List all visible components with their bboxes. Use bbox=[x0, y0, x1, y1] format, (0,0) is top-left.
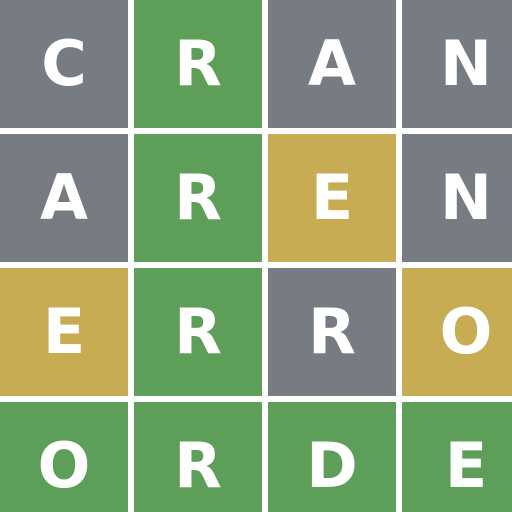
tile-letter: R bbox=[174, 295, 222, 368]
tile-letter: O bbox=[37, 429, 91, 502]
tile-letter: N bbox=[440, 161, 492, 234]
letter-tile: R bbox=[134, 134, 262, 262]
tile-letter: E bbox=[310, 161, 354, 234]
guess-row-2: A R E N bbox=[0, 134, 512, 262]
letter-tile: R bbox=[268, 268, 396, 396]
letter-tile: E bbox=[268, 134, 396, 262]
letter-tile: R bbox=[134, 402, 262, 512]
letter-tile: R bbox=[134, 0, 262, 128]
tile-letter: R bbox=[308, 295, 356, 368]
letter-tile: O bbox=[0, 402, 128, 512]
letter-tile: R bbox=[134, 268, 262, 396]
letter-tile: N bbox=[402, 134, 512, 262]
letter-tile: O bbox=[402, 268, 512, 396]
guess-row-3: E R R O bbox=[0, 268, 512, 396]
tile-letter: A bbox=[308, 27, 356, 100]
tile-letter: R bbox=[174, 27, 222, 100]
tile-letter: C bbox=[41, 27, 87, 100]
letter-tile: N bbox=[402, 0, 512, 128]
tile-letter: N bbox=[440, 27, 492, 100]
tile-letter: A bbox=[40, 161, 88, 234]
letter-tile: E bbox=[0, 268, 128, 396]
guess-row-1: C R A N bbox=[0, 0, 512, 128]
wordle-board: C R A N A R E N E R R O O R D E bbox=[0, 0, 512, 512]
letter-tile: E bbox=[402, 402, 512, 512]
letter-tile: A bbox=[268, 0, 396, 128]
tile-letter: E bbox=[42, 295, 86, 368]
tile-letter: O bbox=[439, 295, 493, 368]
tile-letter: D bbox=[306, 429, 358, 502]
letter-tile: D bbox=[268, 402, 396, 512]
tile-letter: E bbox=[444, 429, 488, 502]
tile-letter: R bbox=[174, 429, 222, 502]
tile-letter: R bbox=[174, 161, 222, 234]
letter-tile: A bbox=[0, 134, 128, 262]
letter-tile: C bbox=[0, 0, 128, 128]
guess-row-4: O R D E bbox=[0, 402, 512, 512]
